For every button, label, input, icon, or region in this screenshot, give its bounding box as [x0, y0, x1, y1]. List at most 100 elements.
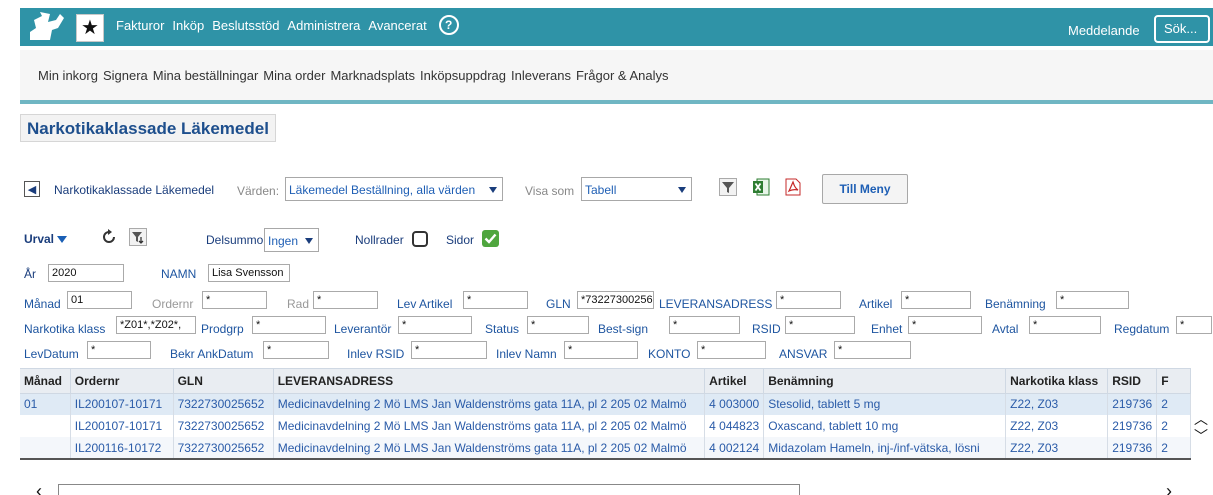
caret-down-icon [57, 236, 68, 244]
supplier-field[interactable]: * [398, 316, 472, 334]
contract-label: Avtal [992, 322, 1019, 336]
row-field[interactable]: * [313, 291, 378, 309]
nav-beslutsstod[interactable]: Beslutsstöd [212, 18, 279, 33]
excel-export-button[interactable] [750, 176, 772, 198]
supplier-label: Leverantör [334, 322, 392, 336]
reg-date-field[interactable]: * [1176, 316, 1212, 334]
subnav-mina-bestallningar[interactable]: Mina beställningar [153, 68, 259, 83]
nav-fakturor[interactable]: Fakturor [116, 18, 164, 33]
subtotals-label: Delsummor [206, 233, 268, 247]
pages-checkbox[interactable] [482, 230, 499, 247]
urval-toggle[interactable]: Urval [24, 232, 68, 246]
delivery-address-field[interactable]: * [776, 291, 841, 309]
nav-inkop[interactable]: Inköp [172, 18, 204, 33]
excel-icon [753, 178, 770, 196]
product-group-field[interactable]: * [252, 316, 326, 334]
confirmed-arrival-field[interactable]: * [263, 341, 329, 359]
column-header[interactable]: GLN [173, 369, 274, 394]
table-row[interactable]: 01 IL200107-10171 7322730025652 Medicina… [20, 393, 1191, 415]
pdf-export-button[interactable] [782, 176, 804, 198]
responsibility-field[interactable]: * [834, 341, 911, 359]
contract-field[interactable]: * [1029, 316, 1101, 334]
table-cell: 219736 [1107, 393, 1158, 415]
column-header[interactable]: Benämning [763, 369, 1007, 394]
table-cell: 2 [1156, 437, 1191, 459]
column-header[interactable]: RSID [1107, 369, 1158, 394]
account-field[interactable]: * [697, 341, 766, 359]
column-header[interactable]: LEVERANSADRESS [273, 369, 706, 394]
table-cell: 7322730025652 [173, 415, 274, 437]
column-header[interactable]: Ordernr [70, 369, 174, 394]
table-cell: 2 [1156, 393, 1191, 415]
column-header[interactable]: Månad [20, 369, 71, 394]
reg-date-label: Regdatum [1114, 322, 1170, 336]
page-title: Narkotikaklassade Läkemedel [20, 114, 276, 142]
scroll-left-icon[interactable]: ‹ [36, 482, 42, 495]
breadcrumb[interactable]: Narkotikaklassade Läkemedel [54, 183, 214, 197]
help-icon[interactable]: ? [438, 15, 459, 35]
rsid-field[interactable]: * [785, 316, 855, 334]
clear-filter-button[interactable] [127, 226, 149, 248]
refresh-button[interactable] [98, 226, 120, 248]
column-header[interactable]: Artikel [704, 369, 765, 394]
table-cell: 2 [1156, 415, 1191, 437]
chevron-down-icon [305, 238, 313, 244]
gln-field[interactable]: *7322730025652 [577, 291, 654, 309]
delivery-date-field[interactable]: * [87, 341, 151, 359]
table-row[interactable]: IL200107-10171 7322730025652 Medicinavde… [20, 415, 1191, 437]
best-sign-field[interactable]: * [669, 316, 740, 334]
nav-administrera[interactable]: Administrera [287, 18, 360, 33]
subnav-signera[interactable]: Signera [103, 68, 148, 83]
article-field[interactable]: * [901, 291, 971, 309]
table-cell[interactable]: IL200116-10172 [70, 437, 174, 459]
zero-rows-checkbox[interactable] [412, 231, 428, 247]
values-dropdown[interactable]: Läkemedel Beställning, alla värden [285, 177, 503, 201]
name-label: NAMN [161, 267, 197, 281]
search-input[interactable]: Sök... [1154, 15, 1210, 43]
column-header[interactable]: Narkotika klass [1005, 369, 1109, 394]
scroll-right-icon[interactable]: › [1166, 482, 1172, 495]
month-field[interactable]: 01 [67, 291, 132, 309]
subnav-inleverans[interactable]: Inleverans [511, 68, 571, 83]
designation-field[interactable]: * [1056, 291, 1129, 309]
table-cell: 219736 [1107, 437, 1158, 459]
back-button[interactable]: ◀ [24, 181, 40, 197]
supplier-article-field[interactable]: * [463, 291, 528, 309]
pdf-icon [785, 178, 801, 196]
subnav-min-inkorg[interactable]: Min inkorg [38, 68, 98, 83]
subnav-marknadsplats[interactable]: Marknadsplats [330, 68, 415, 83]
table-row[interactable]: IL200116-10172 7322730025652 Medicinavde… [20, 437, 1191, 459]
chevron-down-icon [489, 187, 497, 193]
order-no-field[interactable]: * [202, 291, 267, 309]
status-field[interactable]: * [527, 316, 589, 334]
scroll-down-icon[interactable]: ﹀ [1194, 426, 1208, 446]
unit-field[interactable]: * [908, 316, 982, 334]
inlev-rsid-field[interactable]: * [411, 341, 487, 359]
nav-avancerat[interactable]: Avancerat [368, 18, 426, 33]
table-cell [20, 415, 71, 437]
product-group-label: Prodgrp [201, 322, 244, 336]
till-meny-button[interactable]: Till Meny [822, 174, 908, 204]
subnav-mina-order[interactable]: Mina order [263, 68, 325, 83]
favorites-star-icon[interactable]: ★ [76, 14, 104, 42]
subtotals-dropdown[interactable]: Ingen [264, 228, 319, 252]
inlev-name-field[interactable]: * [564, 341, 638, 359]
subnav-fragor-analys[interactable]: Frågor & Analys [576, 68, 669, 83]
table-cell[interactable]: IL200107-10171 [70, 415, 174, 437]
responsibility-label: ANSVAR [779, 347, 828, 361]
table-cell [20, 437, 71, 459]
show-as-dropdown[interactable]: Tabell [581, 177, 692, 201]
order-no-label: Ordernr [152, 297, 194, 311]
table-cell: 4 003000 [704, 393, 765, 415]
horizontal-scrollbar-thumb[interactable] [58, 484, 800, 495]
year-field[interactable]: 2020 [48, 264, 124, 282]
subnav-inkopsuppdrag[interactable]: Inköpsuppdrag [420, 68, 506, 83]
table-cell[interactable]: IL200107-10171 [70, 393, 174, 415]
name-field[interactable]: Lisa Svensson [208, 264, 290, 282]
messages-link[interactable]: Meddelande [1068, 23, 1140, 38]
table-cell: Stesolid, tablett 5 mg [763, 393, 1007, 415]
column-header[interactable]: F [1156, 369, 1191, 394]
filter-button[interactable] [717, 176, 739, 198]
app-logo-icon[interactable] [26, 10, 66, 44]
narcotics-class-field[interactable]: *Z01*,*Z02*, [116, 316, 196, 334]
